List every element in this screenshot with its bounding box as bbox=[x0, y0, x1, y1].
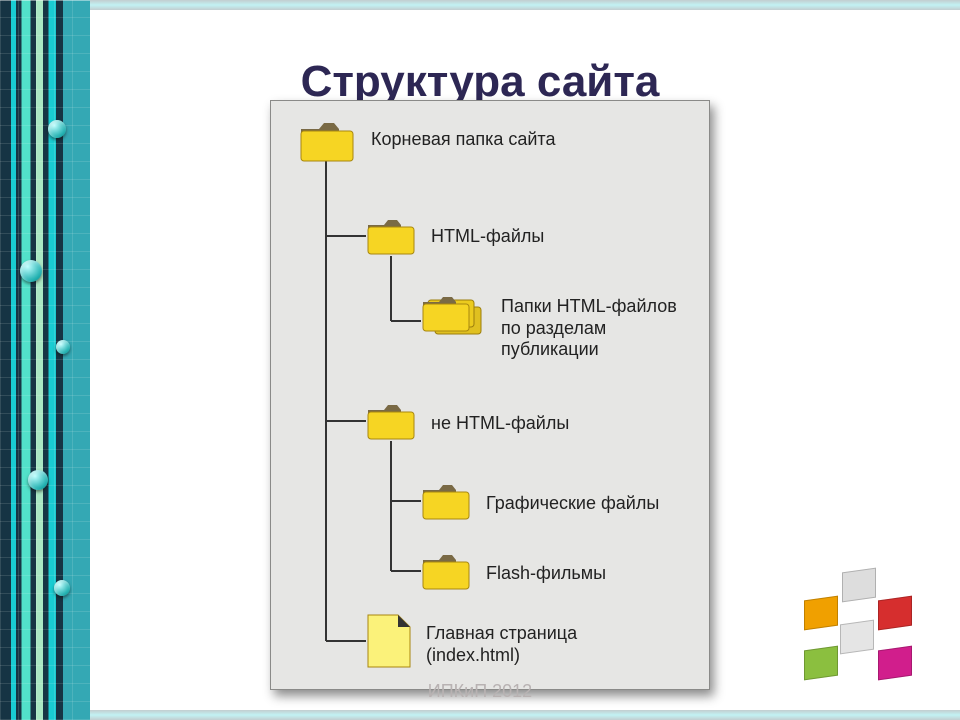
folder-icon bbox=[421, 551, 471, 591]
folder-icon bbox=[299, 119, 355, 163]
tree-label-html: HTML-файлы bbox=[431, 226, 544, 248]
folder-stack-icon bbox=[421, 293, 487, 349]
folder-icon bbox=[421, 481, 471, 521]
tree-connectors bbox=[271, 101, 711, 691]
folder-icon bbox=[366, 401, 416, 441]
slide-border-bottom bbox=[90, 710, 960, 720]
corner-decor bbox=[790, 570, 930, 690]
tree-label-root: Корневая папка сайта bbox=[371, 129, 555, 151]
tree-label-flash: Flash-фильмы bbox=[486, 563, 606, 585]
tree-label-nonhtml: не HTML-файлы bbox=[431, 413, 569, 435]
tree-label-sections: Папки HTML-файлов по разделам публикации bbox=[501, 296, 677, 361]
folder-icon bbox=[366, 216, 416, 256]
site-structure-diagram: Корневая папка сайта HTML-файлы Папки HT… bbox=[270, 100, 710, 690]
slide-left-decor bbox=[0, 0, 90, 720]
tree-label-graphics: Графические файлы bbox=[486, 493, 659, 515]
slide-border-top bbox=[90, 0, 960, 10]
tree-label-index: Главная страница (index.html) bbox=[426, 623, 577, 666]
file-icon bbox=[366, 613, 412, 669]
